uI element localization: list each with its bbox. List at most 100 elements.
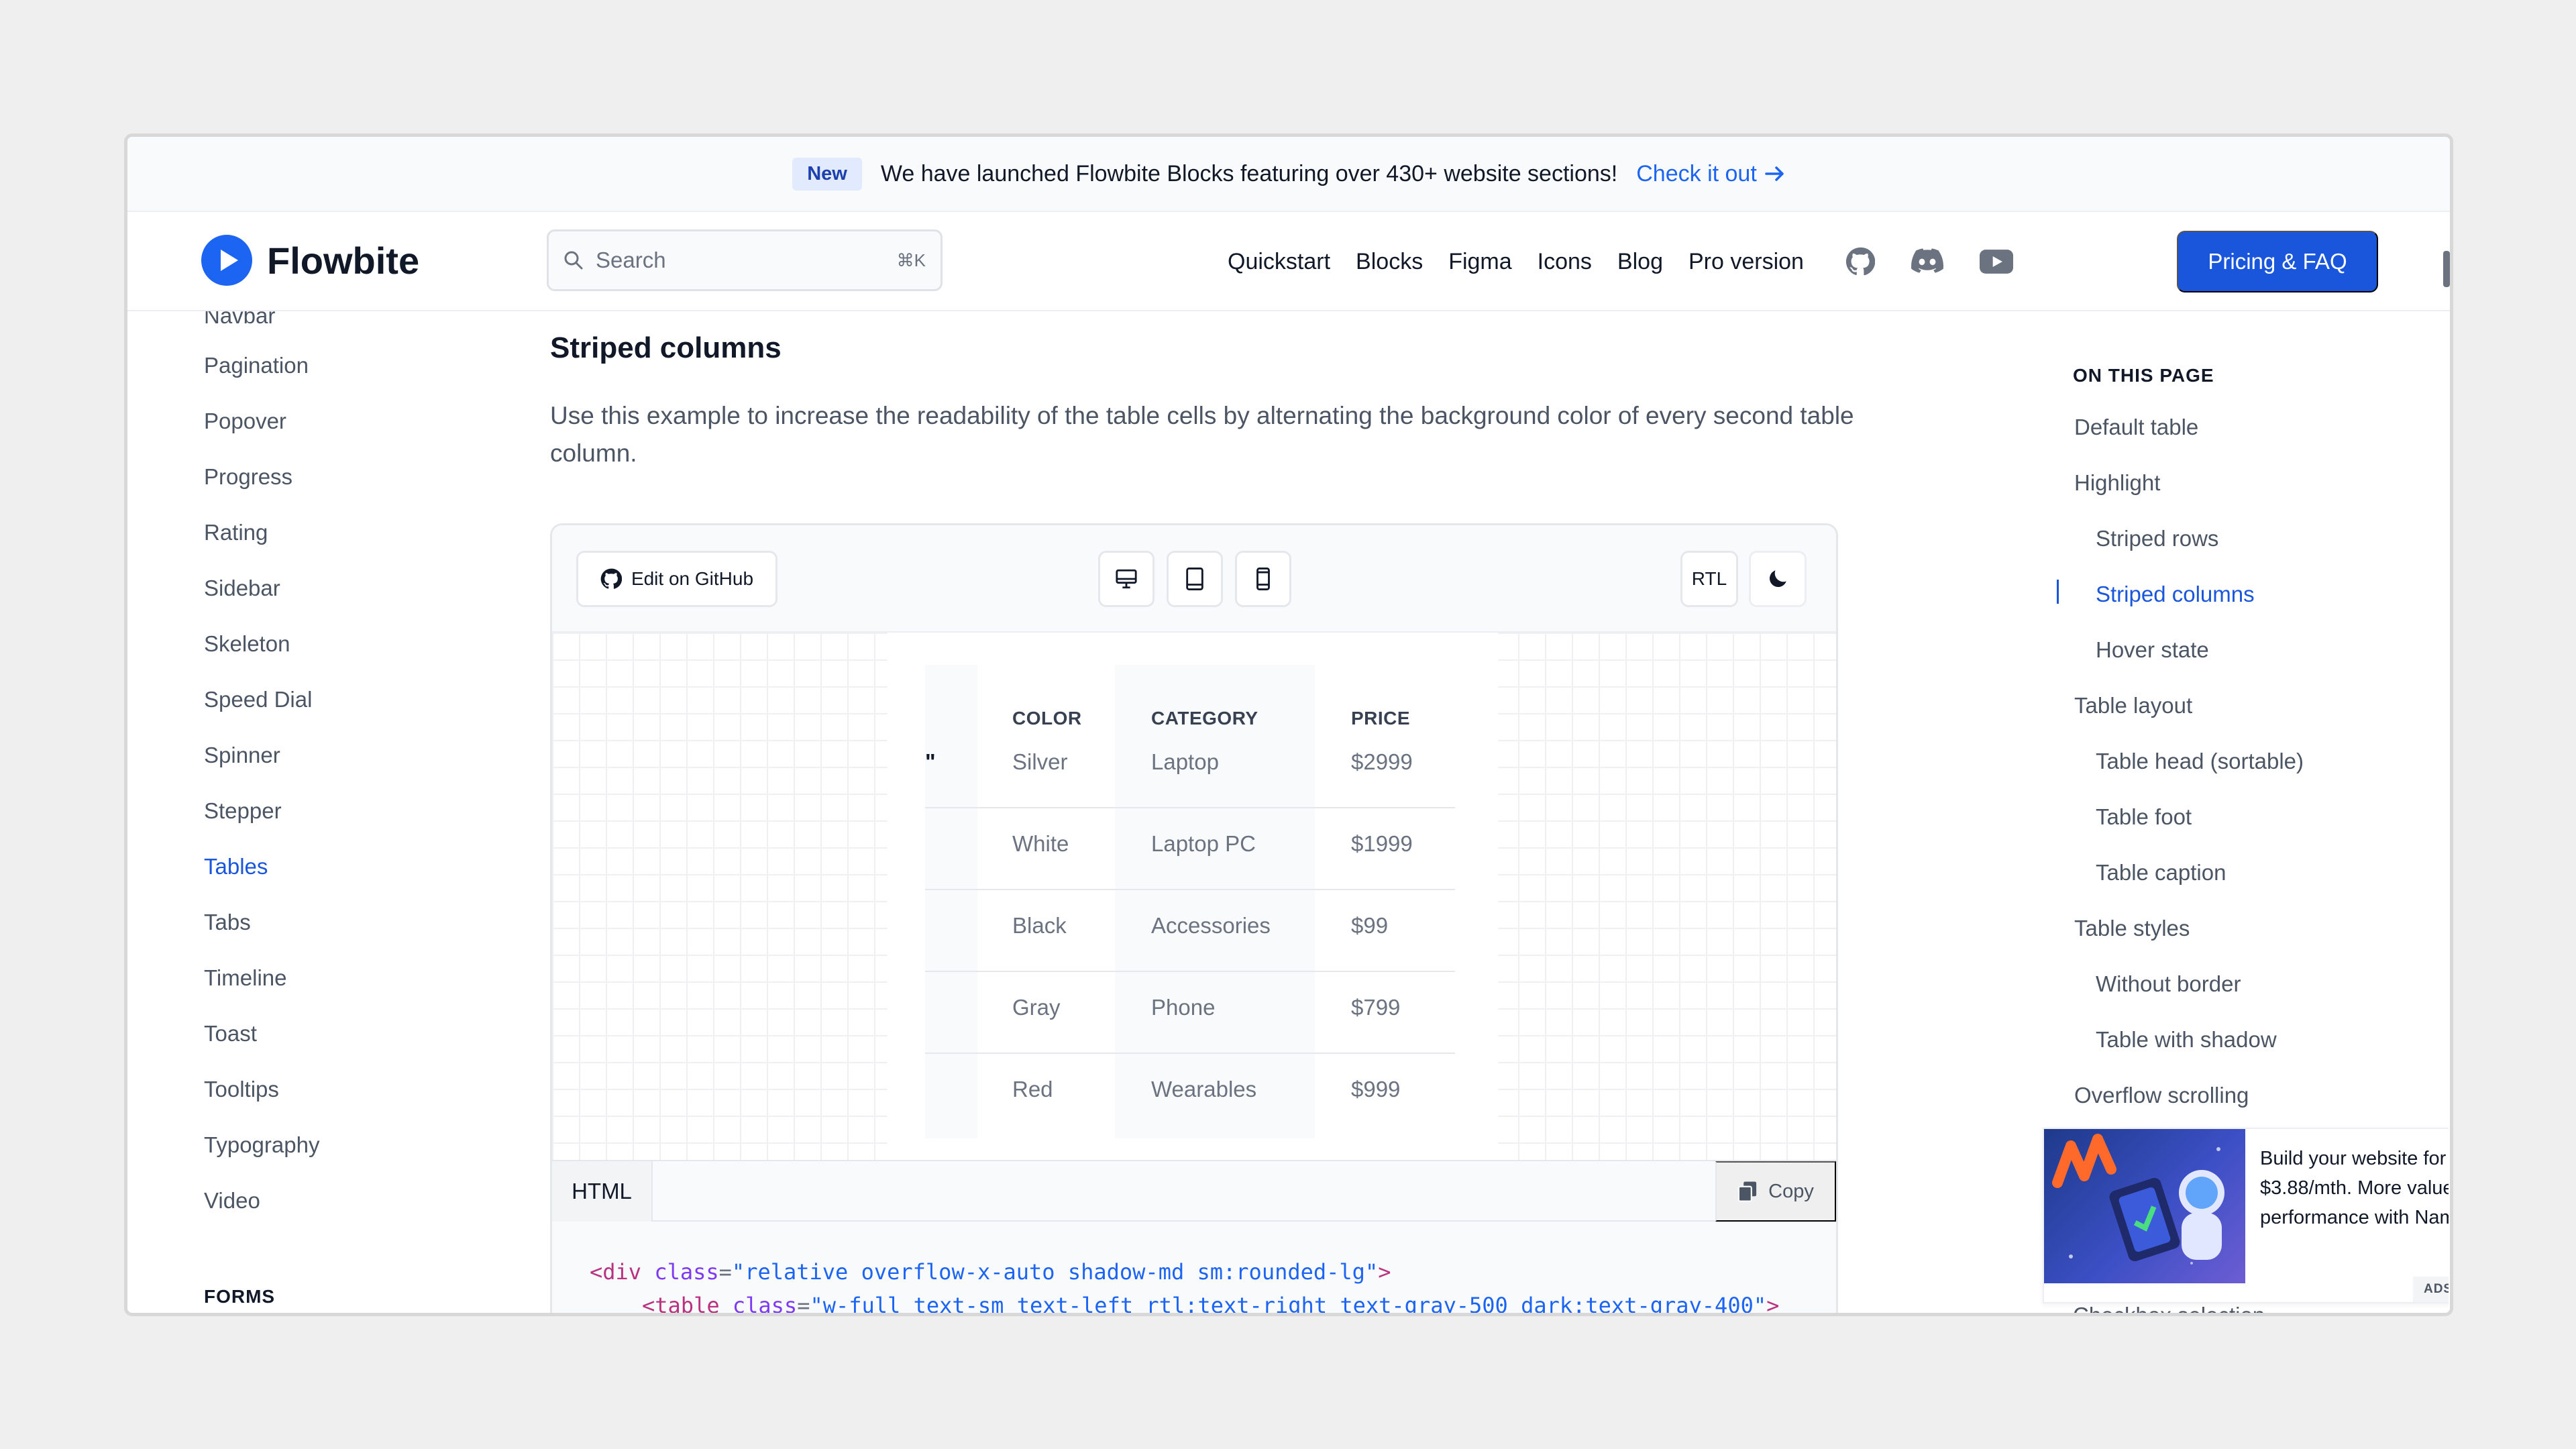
sidebar-item-tabs[interactable]: Tabs [204,910,251,935]
toc-item-table-with-shadow[interactable]: Table with shadow [2096,1027,2277,1053]
youtube-icon[interactable] [1979,250,2013,274]
code-tabs-bar: HTML Copy [552,1160,1836,1222]
toc-item-table-caption[interactable]: Table caption [2096,860,2226,885]
carbon-ad[interactable]: Build your website for just $3.88/mth. M… [2043,1128,2449,1303]
code-line: <div class="relative overflow-x-auto sha… [590,1259,1391,1285]
sidebar-section-forms: FORMS [204,1286,276,1307]
cell-price: $2999 [1351,749,1413,774]
toc-active-marker [2057,580,2059,604]
sidebar-item-spinner[interactable]: Spinner [204,743,280,768]
sidebar-item-video[interactable]: Video [204,1188,260,1214]
nav-blog[interactable]: Blog [1617,249,1663,275]
sidebar-item-typography[interactable]: Typography [204,1132,319,1158]
mobile-icon [1256,568,1270,590]
nav-blocks[interactable]: Blocks [1356,249,1423,275]
github-icon[interactable] [1845,247,1875,276]
announcement-banner: New We have launched Flowbite Blocks fea… [127,137,2450,212]
check-it-out-label: Check it out [1636,160,1757,186]
pricing-faq-button[interactable]: Pricing & FAQ [2177,231,2378,292]
row-divider [925,807,1455,808]
toc-item-table-head-sortable[interactable]: Table head (sortable) [2096,749,2304,774]
rtl-toggle-button[interactable]: RTL [1680,551,1738,607]
ads-via-carbon-label: ADS VIA CARBON [2412,1277,2449,1302]
toc-item-striped-rows[interactable]: Striped rows [2096,526,2218,551]
cell-category: Laptop PC [1151,831,1256,856]
moon-icon [1769,570,1786,588]
section-description: Use this example to increase the readabi… [550,402,1854,467]
toc-item-hover-state[interactable]: Hover state [2096,637,2209,663]
nav-quickstart[interactable]: Quickstart [1228,249,1330,275]
sidebar-item-navbar[interactable]: Navbar [204,311,275,329]
arrow-right-icon [1765,166,1784,181]
sidebar-item-stepper[interactable]: Stepper [204,798,282,824]
tablet-view-button[interactable] [1167,551,1223,607]
search-shortcut: ⌘K [896,250,926,270]
cell-category: Accessories [1151,913,1271,938]
check-it-out-link[interactable]: Check it out [1636,161,1785,187]
cell-category: Phone [1151,995,1216,1020]
toc-item-checkbox-selection[interactable]: Checkbox selection [2073,1303,2265,1313]
search-icon [564,251,583,270]
table-header-color: COLOR [1012,708,1082,729]
dark-mode-toggle-button[interactable] [1749,551,1807,607]
preview-canvas: COLOR CATEGORY PRICE " Silver Laptop $29… [552,633,1836,1160]
toc-item-table-styles[interactable]: Table styles [2074,916,2190,941]
example-preview: Edit on GitHub RTL COLOR CATEGORY PRICE … [550,523,1838,1313]
sidebar-item-speed-dial[interactable]: Speed Dial [204,687,312,712]
sidebar-item-sidebar[interactable]: Sidebar [204,576,280,601]
nav-figma[interactable]: Figma [1448,249,1511,275]
preview-toolbar: Edit on GitHub RTL [552,525,1836,633]
desktop-view-button[interactable] [1098,551,1155,607]
toc-item-highlight[interactable]: Highlight [2074,470,2160,496]
sidebar-item-skeleton[interactable]: Skeleton [204,631,290,657]
sidebar-item-timeline[interactable]: Timeline [204,965,286,991]
scrollbar-handle[interactable] [2443,251,2450,287]
search-input[interactable]: Search ⌘K [547,229,943,291]
copy-button[interactable]: Copy [1715,1161,1836,1222]
sidebar-item-rating[interactable]: Rating [204,520,268,545]
toc-item-default-table[interactable]: Default table [2074,415,2198,440]
cell-category: Wearables [1151,1077,1257,1102]
row-divider [925,889,1455,890]
sidebar-item-tables[interactable]: Tables [204,854,268,879]
table-header-category: CATEGORY [1151,708,1258,729]
cell-price: $99 [1351,913,1389,938]
toc-item-table-layout[interactable]: Table layout [2074,693,2192,718]
new-badge: New [792,157,862,191]
toc-item-striped-columns[interactable]: Striped columns [2096,582,2255,607]
sidebar-item-pagination[interactable]: Pagination [204,353,309,378]
sidebar-item-toast[interactable]: Toast [204,1021,257,1046]
nav-icons[interactable]: Icons [1538,249,1592,275]
column-stripe [1115,665,1315,1138]
cell-category: Laptop [1151,749,1219,774]
sidebar-item-tooltips[interactable]: Tooltips [204,1077,279,1102]
tablet-icon [1186,568,1203,590]
toc-item-table-foot[interactable]: Table foot [2096,804,2192,830]
row-divider [925,1053,1455,1054]
sidebar-item-progress[interactable]: Progress [204,464,292,490]
cell-color: Silver [1012,749,1068,774]
mobile-view-button[interactable] [1235,551,1291,607]
edit-on-github-label: Edit on GitHub [631,568,754,589]
edit-on-github-button[interactable]: Edit on GitHub [576,551,777,607]
discord-icon[interactable] [1911,248,1943,275]
github-icon [600,568,622,589]
brand-name: Flowbite [267,239,420,282]
search-placeholder: Search [596,248,666,272]
cell-price: $799 [1351,995,1401,1020]
desktop-icon [1116,569,1137,589]
html-tab[interactable]: HTML [552,1161,653,1222]
sidebar-item-popover[interactable]: Popover [204,409,286,434]
nav-pro-version[interactable]: Pro version [1688,249,1804,275]
cell-color: White [1012,831,1069,856]
brand-logo[interactable]: Flowbite [201,235,419,286]
section-title: Striped columns [550,331,782,364]
cell-color: Black [1012,913,1067,938]
toc-item-overflow-scrolling[interactable]: Overflow scrolling [2074,1083,2249,1108]
banner-message: We have launched Flowbite Blocks featuri… [880,160,1618,186]
copy-label: Copy [1768,1180,1814,1202]
browser-window: New We have launched Flowbite Blocks fea… [124,133,2453,1316]
row-divider [925,971,1455,972]
ad-image [2044,1129,2245,1283]
toc-item-without-border[interactable]: Without border [2096,971,2241,997]
